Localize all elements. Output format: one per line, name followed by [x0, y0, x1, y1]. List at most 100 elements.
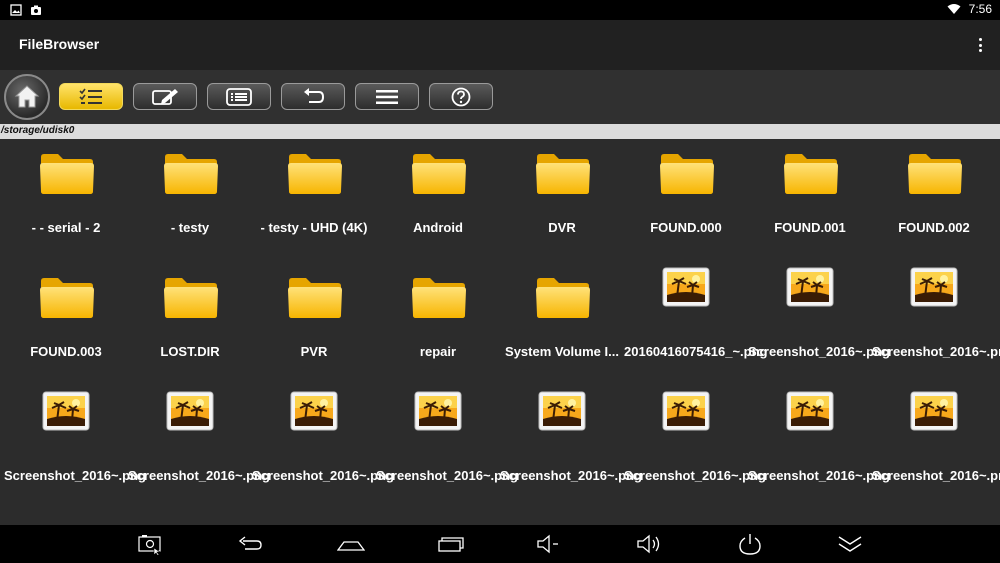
item-label: FOUND.003	[30, 344, 102, 359]
item-label: - - serial - 2	[31, 220, 101, 235]
image-file-item[interactable]: Screenshot_2016~.png	[748, 263, 890, 387]
item-label: Screenshot_2016~.png	[872, 468, 1000, 483]
item-label: 20160416075416_~.png	[624, 344, 768, 359]
home-button[interactable]	[337, 533, 365, 555]
home-icon	[337, 541, 365, 551]
image-file-item[interactable]: 20160416075416_~.png	[624, 263, 768, 387]
folder-item[interactable]: FOUND.002	[872, 139, 996, 263]
current-path: /storage/udisk0	[1, 125, 75, 136]
collapse-button[interactable]	[837, 533, 862, 555]
image-file-item[interactable]: Screenshot_2016~.png	[872, 263, 1000, 387]
folder-item[interactable]: Android	[376, 139, 500, 263]
folder-icon	[410, 275, 468, 325]
item-label: LOST.DIR	[160, 344, 220, 359]
item-label: - testy - UHD (4K)	[260, 220, 368, 235]
undo-button[interactable]	[281, 83, 345, 110]
toolbar	[0, 70, 1000, 124]
folder-item[interactable]: - - serial - 2	[4, 139, 128, 263]
screenshot-button[interactable]	[138, 533, 162, 555]
image-file-icon	[910, 267, 968, 317]
item-label: Screenshot_2016~.png	[624, 468, 766, 483]
image-file-icon	[42, 391, 100, 441]
item-label: Android	[413, 220, 463, 235]
item-label: Screenshot_2016~.png	[500, 468, 642, 483]
volume-up-icon	[637, 534, 660, 554]
item-label: Screenshot_2016~.png	[128, 468, 270, 483]
image-file-item[interactable]: Screenshot_2016~.png	[376, 387, 518, 511]
image-file-item[interactable]: Screenshot_2016~.png	[748, 387, 890, 511]
app-bar: FileBrowser	[0, 20, 1000, 70]
recents-icon	[438, 537, 464, 552]
item-label: FOUND.000	[650, 220, 722, 235]
image-file-icon	[290, 391, 348, 441]
overflow-menu-icon[interactable]	[976, 36, 984, 54]
folder-item[interactable]: - testy	[128, 139, 252, 263]
volume-down-icon	[537, 534, 558, 554]
image-file-item[interactable]: Screenshot_2016~.png	[252, 387, 394, 511]
image-file-item[interactable]: Screenshot_2016~.png	[128, 387, 270, 511]
back-button[interactable]	[237, 533, 262, 555]
house-icon	[14, 85, 40, 108]
volume-up-button[interactable]	[636, 533, 660, 555]
recents-button[interactable]	[438, 533, 464, 555]
image-file-icon	[538, 391, 596, 441]
list-view-icon	[226, 87, 252, 106]
folder-item[interactable]: FOUND.000	[624, 139, 748, 263]
item-label: Screenshot_2016~.png	[748, 468, 890, 483]
folder-icon	[534, 151, 592, 201]
home-folder-button[interactable]	[4, 74, 50, 120]
image-notification-icon	[10, 3, 22, 16]
item-label: repair	[419, 344, 457, 359]
image-file-item[interactable]: Screenshot_2016~.png	[500, 387, 642, 511]
item-label: DVR	[548, 220, 576, 235]
folder-item[interactable]: - testy - UHD (4K)	[252, 139, 376, 263]
folder-icon	[286, 151, 344, 201]
status-bar: 7:56	[0, 0, 1000, 20]
multi-select-icon	[79, 88, 102, 104]
image-file-icon	[910, 391, 968, 441]
image-file-item[interactable]: Screenshot_2016~.png	[4, 387, 146, 511]
item-label: Screenshot_2016~.png	[748, 344, 890, 359]
volume-down-button[interactable]	[536, 533, 560, 555]
image-file-icon	[662, 267, 720, 317]
folder-item[interactable]: System Volume I...	[500, 263, 624, 387]
folder-item[interactable]: FOUND.003	[4, 263, 128, 387]
item-label: Screenshot_2016~.png	[4, 468, 146, 483]
file-browser-screen: 7:56 FileBrowser /storage/udisk0 - - ser…	[0, 0, 1000, 563]
item-label: Screenshot_2016~.png	[376, 468, 518, 483]
item-label: FOUND.001	[774, 220, 846, 235]
multi-select-button[interactable]	[59, 83, 123, 110]
power-button[interactable]	[738, 533, 762, 555]
edit-button[interactable]	[133, 83, 197, 110]
menu-icon	[376, 89, 398, 104]
folder-item[interactable]: LOST.DIR	[128, 263, 252, 387]
folder-item[interactable]: FOUND.001	[748, 139, 872, 263]
folder-icon	[534, 275, 592, 325]
folder-icon	[906, 151, 964, 201]
power-icon	[739, 534, 761, 555]
image-file-icon	[662, 391, 720, 441]
back-icon	[238, 536, 262, 550]
edit-icon	[152, 88, 178, 105]
list-view-button[interactable]	[207, 83, 271, 110]
folder-item[interactable]: PVR	[252, 263, 376, 387]
folder-icon	[658, 151, 716, 201]
folder-item[interactable]: DVR	[500, 139, 624, 263]
folder-icon	[38, 151, 96, 201]
item-label: System Volume I...	[505, 344, 619, 359]
file-grid: - - serial - 2 - testy - testy - UHD (4K…	[0, 139, 1000, 525]
status-time: 7:56	[968, 2, 992, 16]
folder-icon	[162, 151, 220, 201]
folder-item[interactable]: repair	[376, 263, 500, 387]
item-label: Screenshot_2016~.png	[252, 468, 394, 483]
item-label: PVR	[300, 344, 328, 359]
help-icon	[451, 87, 471, 106]
image-file-item[interactable]: Screenshot_2016~.png	[872, 387, 1000, 511]
folder-icon	[410, 151, 468, 201]
image-file-item[interactable]: Screenshot_2016~.png	[624, 387, 766, 511]
wifi-icon	[947, 3, 961, 15]
item-label: Screenshot_2016~.png	[872, 344, 1000, 359]
menu-button[interactable]	[355, 83, 419, 110]
undo-icon	[304, 87, 325, 103]
help-button[interactable]	[429, 83, 493, 110]
